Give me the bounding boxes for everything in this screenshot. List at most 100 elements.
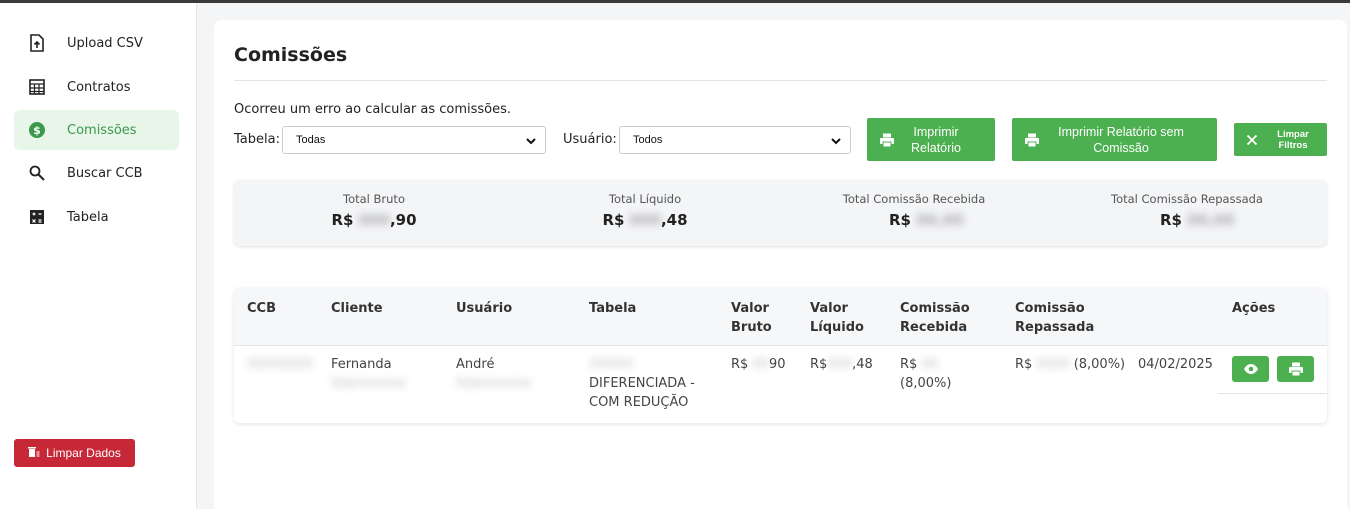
clear-filters-label: Limpar Filtros xyxy=(1277,128,1309,151)
trash-icon xyxy=(28,446,40,461)
redacted-value: 0000 xyxy=(1036,357,1070,372)
main-card: Comissões Ocorreu um erro ao calcular as… xyxy=(214,20,1347,509)
tabela-name: DIFERENCIADA - COM REDUÇÃO xyxy=(589,376,695,410)
cell-comissao-repassada: R$ 0000 (8,00%) xyxy=(1015,355,1135,374)
currency-symbol: R$ xyxy=(731,357,749,372)
print-report-label: Imprimir Relatório xyxy=(910,124,962,155)
cell-usuario: André Sobrenome xyxy=(456,355,566,393)
divider xyxy=(1218,393,1327,394)
clear-filters-button[interactable]: Limpar Filtros xyxy=(1234,123,1327,156)
window-top-border xyxy=(0,0,1350,3)
valor-liquido-value: ,48 xyxy=(852,357,873,372)
header-valor-bruto: Valor Bruto xyxy=(731,301,772,335)
redacted-value: 00 xyxy=(752,357,769,372)
total-label: Total Bruto xyxy=(343,192,405,206)
sidebar-item-label: Comissões xyxy=(67,122,137,138)
sidebar-item-buscar-ccb[interactable]: Buscar CCB xyxy=(14,153,179,193)
redacted-value: 00 xyxy=(921,357,938,372)
redacted-value: 00,00 xyxy=(916,211,964,229)
header-ccb: CCB xyxy=(247,301,276,316)
sidebar-item-contratos[interactable]: Contratos xyxy=(14,67,179,107)
sidebar-item-comissoes[interactable]: $ Comissões xyxy=(14,110,179,150)
chevron-down-icon xyxy=(526,138,536,145)
usuario-filter-label: Usuário: xyxy=(563,132,617,147)
error-message: Ocorreu um erro ao calcular as comissões… xyxy=(234,102,512,117)
printer-icon xyxy=(880,133,894,147)
currency-symbol: R$ xyxy=(602,211,625,229)
comissao-repassada-pct: (8,00%) xyxy=(1073,357,1126,372)
redacted-value: 000 xyxy=(827,357,853,372)
print-report-button[interactable]: Imprimir Relatório xyxy=(867,118,995,161)
totals-summary: Total Bruto R$ 000,90 Total Líquido R$ 0… xyxy=(234,180,1327,246)
cell-tabela: XXXXX DIFERENCIADA - COM REDUÇÃO xyxy=(589,355,709,412)
total-value: ,90 xyxy=(389,211,417,229)
cell-valor-liquido: R$000,48 xyxy=(810,355,873,374)
svg-text:$: $ xyxy=(33,124,41,137)
header-valor-liquido: Valor Líquido xyxy=(810,301,864,335)
redacted-value: Sobrenome xyxy=(456,376,531,391)
usuario-select[interactable]: Todos xyxy=(619,126,851,154)
header-usuario: Usuário xyxy=(456,301,513,316)
header-comissao-recebida: Comissão Recebida xyxy=(900,301,970,335)
page-title: Comissões xyxy=(234,44,348,66)
commissions-table: CCB Cliente Usuário Tabela Valor Bruto V… xyxy=(234,288,1327,423)
print-report-no-commission-button[interactable]: Imprimir Relatório sem Comissão xyxy=(1012,118,1217,161)
tabela-select[interactable]: Todas xyxy=(282,126,546,154)
total-value: ,48 xyxy=(660,211,688,229)
print-row-button[interactable] xyxy=(1277,356,1314,382)
currency-symbol: R$ xyxy=(1015,357,1033,372)
view-button[interactable] xyxy=(1232,356,1269,382)
cliente-name: Fernanda xyxy=(331,357,392,372)
search-icon xyxy=(28,164,46,182)
currency-symbol: R$ xyxy=(1160,211,1182,229)
file-upload-icon xyxy=(28,34,46,52)
chevron-down-icon xyxy=(831,138,841,145)
print-report-no-commission-label: Imprimir Relatório sem Comissão xyxy=(1058,124,1184,155)
redacted-value: 000 xyxy=(629,211,661,229)
divider xyxy=(234,80,1327,81)
sidebar-item-label: Tabela xyxy=(67,209,109,225)
sidebar-item-tabela[interactable]: Tabela xyxy=(14,197,179,237)
usuario-name: André xyxy=(456,357,495,372)
printer-icon xyxy=(1025,133,1039,147)
redacted-value: 00,00 xyxy=(1187,211,1235,229)
comissao-recebida-pct: (8,00%) xyxy=(900,376,952,391)
sidebar-item-upload-csv[interactable]: Upload CSV xyxy=(14,23,179,63)
printer-icon xyxy=(1288,362,1303,377)
header-tabela: Tabela xyxy=(589,301,637,316)
currency-symbol: R$ xyxy=(331,211,354,229)
total-label: Total Comissão Recebida xyxy=(842,192,986,206)
total-comissao-recebida: Total Comissão Recebida R$ 00,00 xyxy=(789,192,1039,229)
cell-comissao-recebida: R$ 00 (8,00%) xyxy=(900,355,980,393)
valor-bruto-value: 90 xyxy=(769,357,786,372)
clear-data-button[interactable]: Limpar Dados xyxy=(14,439,135,467)
header-comissao-repassada: Comissão Repassada xyxy=(1015,301,1095,335)
total-comissao-repassada: Total Comissão Repassada R$ 00,00 xyxy=(1062,192,1312,229)
table-header: CCB Cliente Usuário Tabela Valor Bruto V… xyxy=(234,288,1327,346)
total-liquido: Total Líquido R$ 000,48 xyxy=(520,192,770,229)
cell-cliente: Fernanda Sobrenome xyxy=(331,355,441,393)
currency-symbol: R$ xyxy=(810,357,828,372)
tabela-filter-label: Tabela: xyxy=(234,132,280,147)
total-label: Total Líquido xyxy=(608,192,682,206)
header-cliente: Cliente xyxy=(331,301,383,316)
total-bruto: Total Bruto R$ 000,90 xyxy=(249,192,499,229)
redacted-value: 00000000 xyxy=(247,357,314,372)
header-acoes: Ações xyxy=(1232,301,1276,316)
tabela-select-value: Todas xyxy=(296,134,326,146)
redacted-value: 000 xyxy=(358,211,390,229)
close-icon xyxy=(1246,134,1258,145)
usuario-select-value: Todos xyxy=(633,134,663,146)
sidebar: Upload CSV Contratos $ Comissões Buscar … xyxy=(0,3,197,509)
total-label: Total Comissão Repassada xyxy=(1111,192,1263,206)
currency-symbol: R$ xyxy=(889,211,911,229)
currency-symbol: R$ xyxy=(900,357,918,372)
table-grid-icon xyxy=(28,78,46,96)
calculator-icon xyxy=(28,208,46,226)
redacted-value: Sobrenome xyxy=(331,376,406,391)
sidebar-item-label: Contratos xyxy=(67,79,131,95)
clear-data-label: Limpar Dados xyxy=(46,446,121,460)
sidebar-item-label: Upload CSV xyxy=(67,35,143,51)
redacted-value: XXXXX xyxy=(589,357,634,372)
sidebar-item-label: Buscar CCB xyxy=(67,165,143,181)
